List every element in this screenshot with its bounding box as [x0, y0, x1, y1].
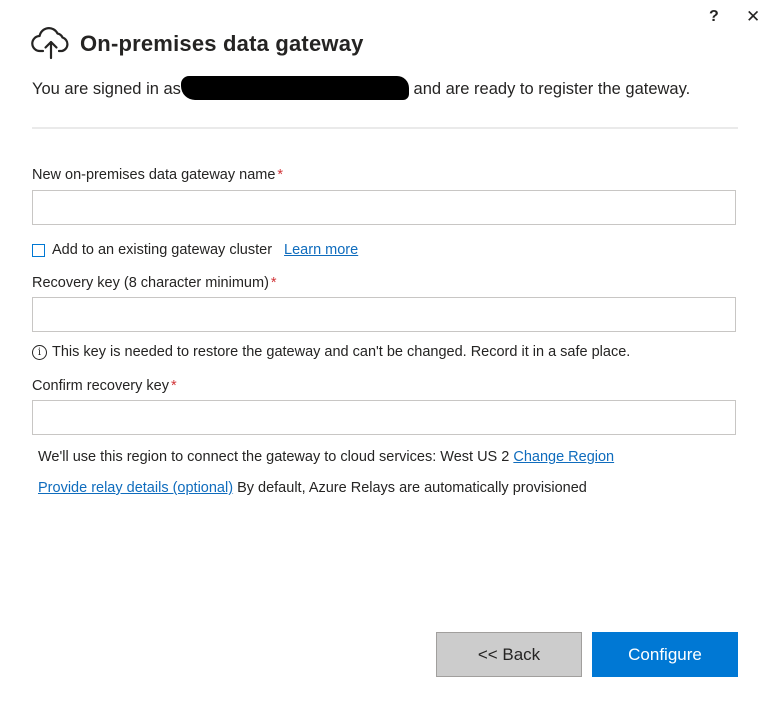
- signed-in-message: You are signed in as and are ready to re…: [32, 76, 722, 101]
- cloud-upload-icon: [31, 27, 71, 61]
- info-icon: i: [32, 344, 47, 360]
- relay-details-link[interactable]: Provide relay details (optional): [38, 480, 233, 496]
- dialog-title: On-premises data gateway: [80, 31, 364, 56]
- learn-more-link[interactable]: Learn more: [284, 242, 358, 258]
- relay-line: Provide relay details (optional) By defa…: [38, 480, 587, 496]
- region-line: We'll use this region to connect the gat…: [38, 449, 614, 465]
- change-region-link[interactable]: Change Region: [513, 449, 614, 465]
- back-button[interactable]: << Back: [436, 632, 582, 677]
- redacted-account: [180, 76, 409, 100]
- gateway-name-label-text: New on-premises data gateway name: [32, 167, 276, 183]
- confirm-key-input[interactable]: [32, 400, 736, 435]
- cluster-checkbox-row: Add to an existing gateway cluster Learn…: [32, 241, 358, 259]
- region-text: We'll use this region to connect the gat…: [38, 449, 510, 465]
- confirm-key-label-text: Confirm recovery key: [32, 378, 169, 394]
- recovery-key-info: i This key is needed to restore the gate…: [32, 342, 630, 362]
- required-marker: *: [277, 167, 284, 183]
- signed-in-suffix: and are ready to register the gateway.: [413, 80, 691, 98]
- header-divider: [32, 127, 738, 129]
- gateway-name-label: New on-premises data gateway name *: [32, 167, 283, 183]
- recovery-key-label-text: Recovery key (8 character minimum): [32, 275, 269, 291]
- dialog-header: On-premises data gateway: [31, 26, 364, 62]
- recovery-key-info-text: This key is needed to restore the gatewa…: [52, 344, 631, 360]
- cluster-checkbox-label[interactable]: Add to an existing gateway cluster: [52, 242, 272, 258]
- required-marker: *: [170, 378, 177, 394]
- recovery-key-input[interactable]: [32, 297, 736, 332]
- signed-in-prefix: You are signed in as: [32, 80, 181, 98]
- cluster-checkbox[interactable]: [32, 243, 45, 257]
- configure-button[interactable]: Configure: [592, 632, 738, 677]
- recovery-key-label: Recovery key (8 character minimum) *: [32, 275, 277, 291]
- help-button[interactable]: ?: [709, 6, 719, 28]
- relay-text: By default, Azure Relays are automatical…: [237, 480, 587, 496]
- required-marker: *: [270, 275, 277, 291]
- close-button[interactable]: ✕: [746, 6, 760, 28]
- confirm-key-label: Confirm recovery key *: [32, 378, 177, 394]
- gateway-name-input[interactable]: [32, 190, 736, 225]
